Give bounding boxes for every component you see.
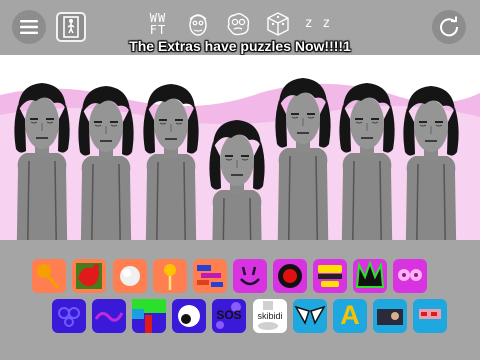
sound-icon-red-orb[interactable] (273, 259, 307, 293)
sound-icon-smile-face[interactable] (233, 259, 267, 293)
sound-icon-eyeball[interactable] (172, 299, 206, 333)
green-red-shape-icon (132, 299, 166, 333)
announcement-banner: The Extras have puzzles Now!!!!1 (129, 38, 351, 54)
sound-icon-green-red-shape[interactable] (132, 299, 166, 333)
sound-icon-pink-eyes[interactable] (393, 259, 427, 293)
mode-button-zz[interactable]: z z (303, 9, 333, 39)
blob-face-icon (227, 13, 250, 36)
red-blocks-icon (419, 309, 441, 319)
letter-a-label: A (340, 300, 360, 330)
pink-eyes-icon (398, 269, 422, 281)
sound-icon-pearl[interactable] (113, 259, 147, 293)
skibidi-label: skibidi (257, 311, 283, 321)
scribble-icon (197, 265, 223, 287)
blue-dots-icon (58, 307, 80, 327)
reset-icon (440, 16, 459, 37)
smile-face-icon (240, 266, 260, 286)
sound-icon-letter-a[interactable]: A (333, 299, 367, 333)
sound-icon-blue-dots[interactable] (52, 299, 86, 333)
yellow-visor-icon (318, 265, 342, 287)
mode-wwft-bottom: FT (149, 23, 167, 37)
sound-icon-orange-pin[interactable] (32, 259, 66, 293)
sound-tray: SOS skibidi A (0, 240, 480, 360)
green-crown-icon (355, 260, 385, 288)
cube-icon (267, 12, 289, 36)
orange-pin-icon (37, 264, 60, 289)
hamburger-icon (20, 20, 38, 34)
sound-icon-green-crown[interactable] (353, 259, 387, 293)
exit-door-icon (63, 16, 79, 38)
white-eyes-icon (294, 305, 326, 325)
sound-icon-photo[interactable] (373, 299, 407, 333)
sound-icon-orange-lollipop[interactable] (153, 259, 187, 293)
mode-zz-label: z z (304, 16, 332, 31)
sound-icon-red-blocks[interactable] (413, 299, 447, 333)
red-orb-icon (278, 264, 302, 288)
mode-button-wwft[interactable]: WW FT (143, 9, 173, 39)
stage (0, 55, 480, 240)
sound-icon-skibidi[interactable]: skibidi (253, 299, 287, 333)
eyeball-icon (178, 305, 200, 327)
sound-icon-scribble[interactable] (193, 259, 227, 293)
pearl-icon (120, 266, 140, 286)
scribbled-face-icon (189, 14, 207, 36)
characters (13, 77, 460, 240)
mode-button-cube[interactable] (263, 9, 293, 39)
mode-button-face[interactable] (183, 9, 213, 39)
blue-wave-icon (94, 312, 124, 322)
lollipop-icon (164, 264, 176, 290)
photo-icon (377, 309, 403, 325)
red-splatter-icon (76, 263, 102, 289)
sound-icon-sos[interactable]: SOS (212, 299, 246, 333)
sos-label: SOS (216, 308, 242, 322)
sound-icon-white-eyes[interactable] (293, 299, 327, 333)
sound-icon-blue-wave[interactable] (92, 299, 126, 333)
sound-icon-red-splatter[interactable] (72, 259, 106, 293)
mode-button-blob[interactable] (223, 9, 253, 39)
sound-icon-yellow-visor[interactable] (313, 259, 347, 293)
